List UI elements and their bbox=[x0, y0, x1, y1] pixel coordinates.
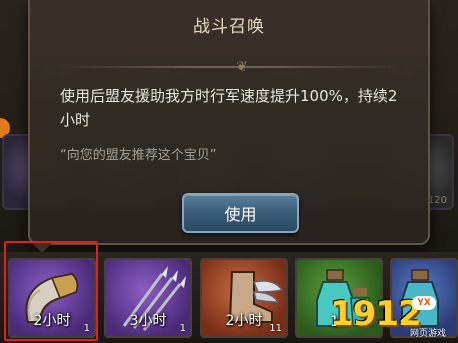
popup-title: 战斗召唤 bbox=[193, 17, 265, 37]
ornament-icon: ❦ bbox=[236, 59, 248, 75]
site-watermark-logo: 1912 YX 网页游戏 bbox=[330, 294, 458, 340]
item-flavor-text: “向您的盟友推荐这个宝贝” bbox=[60, 148, 217, 163]
watermark-digits: 1912 bbox=[330, 294, 422, 334]
use-button[interactable]: 使用 bbox=[182, 193, 299, 233]
item-duration-label: 3小时 bbox=[129, 313, 167, 329]
item-count: 1 bbox=[179, 323, 186, 334]
watermark-badge: YX bbox=[412, 296, 436, 310]
item-description: 使用后盟友援助我方时行军速度提升100%，持续2小时 bbox=[60, 87, 398, 129]
inventory-item-spears[interactable]: 3小时 1 bbox=[104, 258, 192, 338]
title-divider bbox=[60, 66, 402, 68]
item-count: 11 bbox=[269, 323, 282, 334]
item-detail-popup: 战斗召唤 ❦ 使用后盟友援助我方时行军速度提升100%，持续2小时 “向您的盟友… bbox=[28, 0, 430, 245]
selected-item-highlight bbox=[4, 241, 98, 341]
inventory-item-winged-boot[interactable]: 2小时 11 bbox=[200, 258, 288, 338]
watermark-subtitle: 网页游戏 bbox=[410, 329, 447, 339]
